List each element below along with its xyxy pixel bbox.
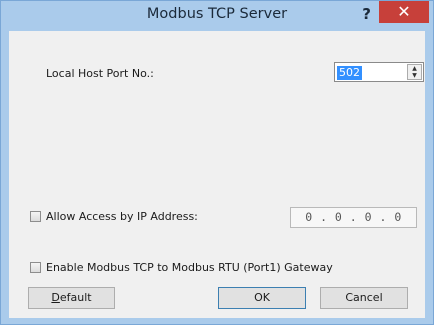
close-button[interactable]: ✕ [379, 1, 429, 23]
cancel-button[interactable]: Cancel [320, 287, 408, 309]
allow-access-label[interactable]: Allow Access by IP Address: [46, 210, 198, 223]
local-host-port-spinner[interactable]: 502 ▲ ▼ [334, 62, 424, 82]
local-host-port-value[interactable]: 502 [337, 66, 362, 80]
close-icon: ✕ [397, 2, 411, 21]
local-host-port-label: Local Host Port No.: [46, 67, 154, 80]
gateway-label[interactable]: Enable Modbus TCP to Modbus RTU (Port1) … [46, 261, 333, 274]
ip-address-field[interactable]: 0 . 0 . 0 . 0 [290, 207, 417, 228]
gateway-checkbox[interactable] [30, 262, 41, 273]
spin-down-icon[interactable]: ▼ [408, 72, 421, 79]
spinner-arrows[interactable]: ▲ ▼ [407, 64, 422, 80]
default-button-mnemonic: D [51, 291, 60, 304]
spin-up-icon[interactable]: ▲ [408, 65, 421, 72]
dialog-window: Modbus TCP Server ? ✕ Local Host Port No… [0, 0, 434, 325]
help-button[interactable]: ? [362, 5, 371, 23]
ok-button[interactable]: OK [218, 287, 306, 309]
default-button-label: efault [59, 291, 92, 304]
title-bar[interactable]: Modbus TCP Server ? ✕ [1, 1, 433, 31]
dialog-body: Local Host Port No.: 502 ▲ ▼ Allow Acces… [9, 31, 425, 318]
default-button[interactable]: Default [28, 287, 115, 309]
allow-access-checkbox[interactable] [30, 211, 41, 222]
